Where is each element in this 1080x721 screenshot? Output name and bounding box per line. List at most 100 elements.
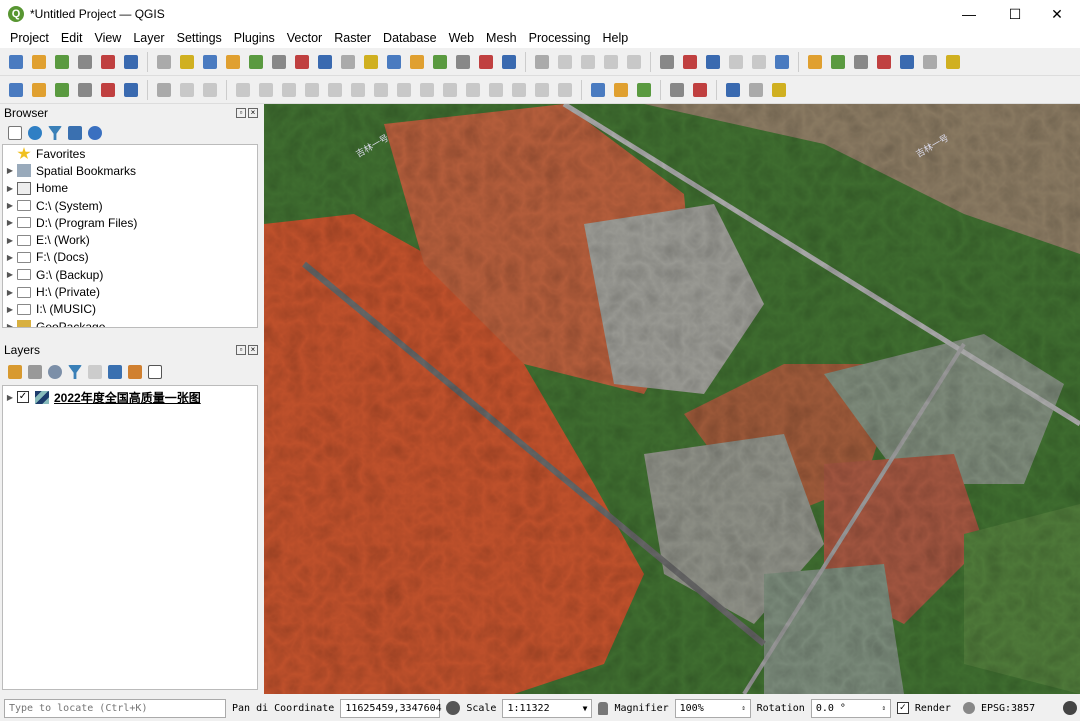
toolbar-button-icon[interactable] (634, 80, 654, 100)
toolbar-button-icon[interactable] (75, 80, 95, 100)
remove-layer-icon[interactable] (148, 365, 162, 379)
expand-arrow-icon[interactable]: ▶ (3, 166, 17, 175)
add-group-icon[interactable] (28, 365, 42, 379)
menu-edit[interactable]: Edit (55, 31, 89, 45)
toolbar-button-icon[interactable] (476, 52, 496, 72)
toolbar-button-icon[interactable] (200, 52, 220, 72)
menu-database[interactable]: Database (377, 31, 443, 45)
messages-icon[interactable] (1063, 701, 1078, 715)
expand-arrow-icon[interactable]: ▶ (3, 288, 17, 297)
toolbar-button-icon[interactable] (690, 80, 710, 100)
menu-settings[interactable]: Settings (171, 31, 228, 45)
toolbar-button-icon[interactable] (703, 52, 723, 72)
toolbar-button-icon[interactable] (601, 52, 621, 72)
browser-item[interactable]: ▶ I:\ (MUSIC) (3, 301, 257, 318)
locator-search-input[interactable] (4, 698, 226, 718)
toolbar-button-icon[interactable] (6, 80, 26, 100)
toolbar-button-icon[interactable] (440, 80, 460, 100)
toolbar-button-icon[interactable] (453, 52, 473, 72)
close-panel-icon[interactable]: × (248, 345, 258, 355)
toolbar-button-icon[interactable] (851, 52, 871, 72)
toolbar-button-icon[interactable] (371, 80, 391, 100)
toolbar-button-icon[interactable] (75, 52, 95, 72)
expand-arrow-icon[interactable]: ▶ (3, 218, 17, 227)
toolbar-button-icon[interactable] (302, 80, 322, 100)
browser-item[interactable]: ▶ Home (3, 180, 257, 197)
float-icon[interactable]: ▫ (236, 108, 246, 118)
toolbar-button-icon[interactable] (555, 80, 575, 100)
menu-mesh[interactable]: Mesh (480, 31, 523, 45)
visibility-icon[interactable] (48, 365, 62, 379)
toolbar-button-icon[interactable] (874, 52, 894, 72)
toolbar-button-icon[interactable] (154, 80, 174, 100)
toolbar-button-icon[interactable] (555, 52, 575, 72)
toolbar-button-icon[interactable] (805, 52, 825, 72)
toolbar-button-icon[interactable] (532, 52, 552, 72)
menu-raster[interactable]: Raster (328, 31, 377, 45)
toolbar-button-icon[interactable] (746, 80, 766, 100)
expand-arrow-icon[interactable]: ▶ (3, 201, 17, 210)
toolbar-button-icon[interactable] (348, 80, 368, 100)
close-button[interactable]: ✕ (1034, 0, 1080, 28)
browser-item[interactable]: ▶ D:\ (Program Files) (3, 214, 257, 231)
toolbar-button-icon[interactable] (29, 52, 49, 72)
menu-project[interactable]: Project (4, 31, 55, 45)
layer-item[interactable]: ▶ ✓ 2022年度全国高质量一张图 (3, 388, 257, 406)
layer-visibility-checkbox[interactable]: ✓ (17, 391, 29, 403)
toolbar-button-icon[interactable] (680, 52, 700, 72)
style-icon[interactable] (8, 365, 22, 379)
collapse-all-icon[interactable] (128, 365, 142, 379)
crs-globe-icon[interactable] (962, 702, 975, 714)
browser-item[interactable]: ▶ G:\ (Backup) (3, 266, 257, 283)
toolbar-button-icon[interactable] (407, 52, 427, 72)
filter-icon[interactable] (48, 126, 62, 140)
toolbar-button-icon[interactable] (29, 80, 49, 100)
expand-arrow-icon[interactable]: ▶ (3, 236, 17, 245)
toolbar-button-icon[interactable] (269, 52, 289, 72)
toolbar-button-icon[interactable] (246, 52, 266, 72)
toolbar-button-icon[interactable] (943, 52, 963, 72)
render-checkbox[interactable]: ✓ (896, 702, 909, 714)
toolbar-button-icon[interactable] (200, 80, 220, 100)
toolbar-button-icon[interactable] (292, 52, 312, 72)
browser-item[interactable]: ▶ GeoPackage (3, 318, 257, 327)
toolbar-button-icon[interactable] (578, 52, 598, 72)
toolbar-button-icon[interactable] (588, 80, 608, 100)
toolbar-button-icon[interactable] (338, 52, 358, 72)
toolbar-button-icon[interactable] (52, 80, 72, 100)
extents-toggle-icon[interactable] (446, 701, 461, 715)
spin-arrows-icon[interactable]: ⇕ (882, 700, 886, 717)
toolbar-button-icon[interactable] (417, 80, 437, 100)
toolbar-button-icon[interactable] (6, 52, 26, 72)
spin-arrows-icon[interactable]: ⇕ (741, 700, 745, 717)
toolbar-button-icon[interactable] (177, 52, 197, 72)
info-icon[interactable] (88, 126, 102, 140)
expand-arrow-icon[interactable]: ▶ (3, 393, 17, 402)
browser-item[interactable]: ▶ E:\ (Work) (3, 231, 257, 248)
close-panel-icon[interactable]: × (248, 108, 258, 118)
toolbar-button-icon[interactable] (920, 52, 940, 72)
crs-button[interactable]: EPSG:3857 (981, 703, 1035, 714)
toolbar-button-icon[interactable] (121, 80, 141, 100)
toolbar-button-icon[interactable] (361, 52, 381, 72)
scale-combobox[interactable]: 1:11322 ▼ (502, 698, 593, 718)
toolbar-button-icon[interactable] (624, 52, 644, 72)
browser-item[interactable]: ▶ C:\ (System) (3, 197, 257, 214)
toolbar-button-icon[interactable] (611, 80, 631, 100)
toolbar-button-icon[interactable] (509, 80, 529, 100)
map-canvas[interactable]: 吉林一号 吉林一号 (264, 104, 1080, 694)
collapse-all-icon[interactable] (68, 126, 82, 140)
toolbar-button-icon[interactable] (828, 52, 848, 72)
menu-layer[interactable]: Layer (127, 31, 170, 45)
toolbar-button-icon[interactable] (486, 80, 506, 100)
browser-item[interactable]: Favorites (3, 145, 257, 162)
menu-vector[interactable]: Vector (281, 31, 328, 45)
maximize-button[interactable]: ☐ (992, 0, 1038, 28)
toolbar-button-icon[interactable] (499, 52, 519, 72)
toolbar-button-icon[interactable] (772, 52, 792, 72)
browser-item[interactable]: ▶ H:\ (Private) (3, 283, 257, 300)
toolbar-button-icon[interactable] (233, 80, 253, 100)
minimize-button[interactable]: — (946, 0, 992, 28)
menu-processing[interactable]: Processing (523, 31, 597, 45)
expand-all-icon[interactable] (108, 365, 122, 379)
